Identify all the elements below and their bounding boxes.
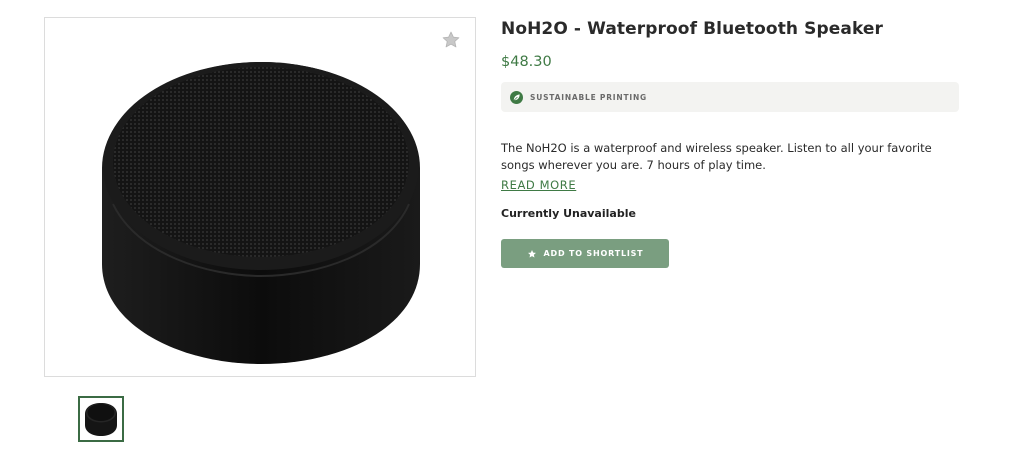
add-to-shortlist-label: ADD TO SHORTLIST <box>543 249 644 258</box>
read-more-link[interactable]: READ MORE <box>501 177 576 194</box>
product-main-image[interactable] <box>97 54 425 370</box>
product-description: The NoH2O is a waterproof and wireless s… <box>501 141 932 172</box>
add-to-shortlist-button[interactable]: ADD TO SHORTLIST <box>501 239 669 268</box>
leaf-icon <box>510 90 523 104</box>
product-thumbnail[interactable] <box>78 396 124 442</box>
star-icon <box>527 249 537 259</box>
availability-status: Currently Unavailable <box>501 207 636 220</box>
sustainable-printing-badge: SUSTAINABLE PRINTING <box>501 82 959 112</box>
favorite-star-icon[interactable] <box>441 30 461 50</box>
product-title: NoH2O - Waterproof Bluetooth Speaker <box>501 19 884 39</box>
thumbnail-image <box>85 403 117 436</box>
product-image-gallery <box>44 17 476 377</box>
product-info: NoH2O - Waterproof Bluetooth Speaker $48… <box>501 17 959 268</box>
product-price: $48.30 <box>501 54 552 70</box>
badge-label: SUSTAINABLE PRINTING <box>530 92 648 102</box>
